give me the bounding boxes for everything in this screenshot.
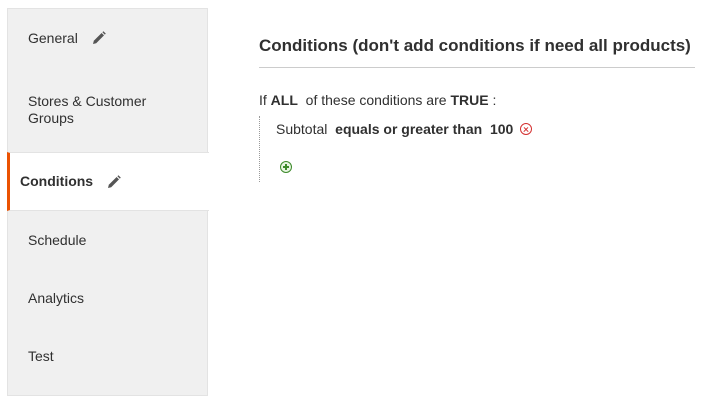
tab-stores-customer-groups-label: Stores & Customer Groups	[28, 93, 147, 126]
remove-condition-icon[interactable]	[520, 123, 533, 135]
tab-general[interactable]: General	[8, 9, 209, 67]
add-condition-icon[interactable]	[280, 161, 292, 173]
rule-suffix: :	[492, 92, 497, 108]
condition-value[interactable]: 100	[490, 121, 513, 137]
tab-schedule-label: Schedule	[28, 231, 87, 248]
tab-test[interactable]: Test	[8, 327, 209, 385]
tab-conditions-label: Conditions	[20, 173, 94, 189]
aggregator-select[interactable]: ALL	[271, 92, 298, 108]
tab-analytics-label: Analytics	[28, 289, 85, 306]
pencil-icon	[107, 174, 121, 189]
value-select[interactable]: TRUE	[450, 92, 488, 108]
tab-test-label: Test	[28, 347, 54, 364]
rule-aggregator-line: If ALL of these conditions are TRUE :	[259, 92, 496, 108]
tab-conditions[interactable]: Conditions	[7, 152, 209, 211]
tab-analytics[interactable]: Analytics	[8, 269, 209, 327]
tabs-sidebar: General Stores & Customer Groups Conditi…	[7, 8, 209, 396]
title-divider	[259, 67, 695, 68]
rule-prefix: If	[259, 92, 267, 108]
page-title: Conditions (don't add conditions if need…	[259, 36, 691, 55]
condition-row: Subtotal equals or greater than 100	[276, 121, 533, 137]
tab-general-label: General	[28, 29, 78, 46]
tab-stores-customer-groups[interactable]: Stores & Customer Groups	[8, 67, 209, 153]
pencil-icon	[92, 31, 106, 45]
tab-schedule[interactable]: Schedule	[8, 211, 209, 269]
condition-attribute: Subtotal	[276, 121, 328, 137]
condition-operator[interactable]: equals or greater than	[335, 121, 482, 137]
condition-tree-line	[259, 116, 261, 182]
rule-middle-text: of these conditions are	[305, 92, 447, 108]
